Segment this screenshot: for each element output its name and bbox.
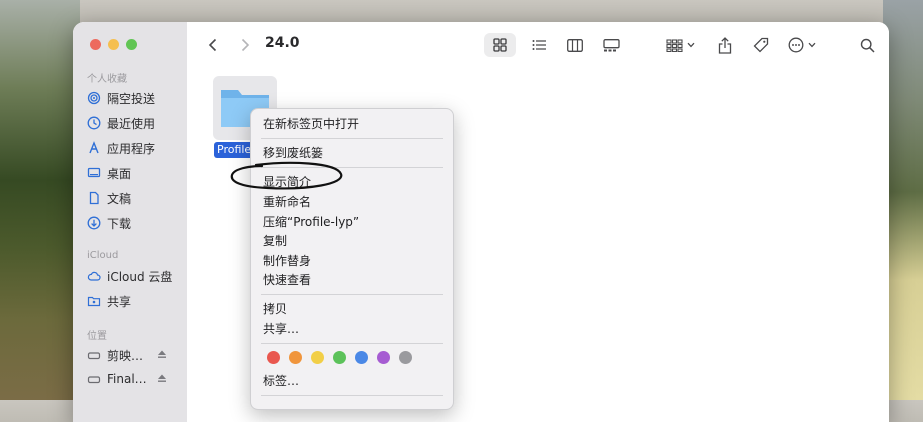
share-icon [718, 36, 732, 54]
window-controls [90, 39, 137, 50]
sidebar-item-downloads[interactable]: 下载 [87, 212, 131, 234]
sidebar-item-applications[interactable]: 应用程序 [87, 137, 155, 159]
tag-button[interactable] [749, 34, 773, 56]
download-icon [87, 216, 101, 230]
chevron-left-icon [208, 38, 217, 52]
gallery-icon [602, 38, 620, 51]
tag-color-yellow[interactable] [311, 351, 324, 364]
menu-item-move-to-trash[interactable]: 移到废纸篓 [263, 144, 323, 162]
minimize-button[interactable] [108, 39, 119, 50]
icon-view-button[interactable] [484, 33, 516, 57]
menu-separator [261, 138, 443, 139]
chevron-down-icon [808, 42, 816, 48]
sidebar-item-drive-final[interactable]: Final… [87, 368, 166, 390]
ellipsis-circle-icon [788, 37, 804, 53]
share-button[interactable] [713, 34, 737, 56]
sidebar-item-shared[interactable]: 共享 [87, 290, 131, 312]
close-button[interactable] [90, 39, 101, 50]
desktop-wallpaper-right [883, 0, 923, 400]
tag-color-purple[interactable] [377, 351, 390, 364]
tag-color-orange[interactable] [289, 351, 302, 364]
sidebar-item-desktop[interactable]: 桌面 [87, 162, 131, 184]
sidebar-item-label: 共享 [107, 294, 132, 309]
grid-icon [493, 38, 507, 52]
sidebar-item-recents[interactable]: 最近使用 [87, 112, 155, 134]
desktop-icon [87, 166, 101, 180]
context-menu: 在新标签页中打开 移到废纸篓 显示简介 重新命名 压缩“Profile-lyp”… [250, 108, 454, 410]
tag-color-row [267, 351, 412, 364]
sidebar-section-icloud-title: iCloud [87, 250, 119, 261]
desktop-wallpaper-left [0, 0, 80, 400]
search-button[interactable] [855, 34, 879, 56]
zoom-button[interactable] [126, 39, 137, 50]
menu-item-make-alias[interactable]: 制作替身 [263, 252, 311, 270]
sidebar-section-favorites-title: 个人收藏 [87, 74, 127, 85]
sidebar-item-label: 最近使用 [107, 116, 156, 131]
list-view-button[interactable] [527, 34, 551, 56]
group-grid-icon [665, 38, 683, 52]
drive-icon [87, 348, 101, 362]
menu-item-quick-look[interactable]: 快速查看 [263, 271, 311, 289]
sidebar-item-label: 文稿 [107, 191, 132, 206]
sidebar-item-label: 应用程序 [107, 141, 156, 156]
more-actions-button[interactable] [785, 34, 819, 56]
sidebar-item-label: 下载 [107, 216, 132, 231]
chevron-down-icon [687, 42, 694, 48]
sidebar-item-label: iCloud 云盘 [107, 269, 173, 284]
sidebar-item-drive-jianying[interactable]: 剪映… [87, 344, 166, 366]
airdrop-icon [87, 91, 101, 105]
menu-item-copy[interactable]: 拷贝 [263, 300, 287, 318]
sidebar-section-locations-title: 位置 [87, 331, 107, 342]
menu-item-tags[interactable]: 标签… [263, 372, 299, 390]
sidebar: 个人收藏 隔空投送 最近使用 应用程序 桌面 文稿 下载 iCloud iClo… [73, 22, 188, 422]
finder-window: 个人收藏 隔空投送 最近使用 应用程序 桌面 文稿 下载 iCloud iClo… [73, 22, 889, 422]
eject-icon[interactable] [157, 372, 167, 386]
list-icon [532, 40, 546, 50]
group-by-button[interactable] [663, 34, 697, 56]
toolbar: 24.0 [187, 22, 889, 68]
sidebar-item-label: 隔空投送 [107, 91, 156, 106]
menu-separator [261, 167, 443, 168]
menu-item-share[interactable]: 共享… [263, 320, 299, 338]
tag-color-red[interactable] [267, 351, 280, 364]
menu-separator [261, 395, 443, 396]
menu-item-open-in-new-tab[interactable]: 在新标签页中打开 [263, 115, 359, 133]
search-icon [860, 38, 875, 53]
document-icon [87, 191, 101, 205]
tag-color-blue[interactable] [355, 351, 368, 364]
menu-separator [261, 294, 443, 295]
shared-folder-icon [87, 294, 101, 308]
sidebar-item-documents[interactable]: 文稿 [87, 187, 131, 209]
sidebar-item-label: Final… [107, 372, 147, 386]
cloud-icon [87, 269, 101, 283]
column-view-button[interactable] [563, 34, 587, 56]
tag-color-green[interactable] [333, 351, 346, 364]
window-title: 24.0 [265, 35, 300, 51]
columns-icon [567, 38, 583, 52]
sidebar-item-airdrop[interactable]: 隔空投送 [87, 87, 155, 109]
tag-color-gray[interactable] [399, 351, 412, 364]
sidebar-item-icloud-drive[interactable]: iCloud 云盘 [87, 265, 172, 287]
sidebar-item-label: 桌面 [107, 166, 132, 181]
eject-icon[interactable] [157, 348, 167, 362]
menu-item-duplicate[interactable]: 复制 [263, 232, 287, 250]
forward-button[interactable] [235, 34, 255, 56]
sidebar-item-label: 剪映… [107, 348, 144, 363]
tag-icon [753, 37, 769, 53]
chevron-right-icon [241, 38, 250, 52]
menu-item-get-info[interactable]: 显示简介 [263, 173, 311, 191]
applications-icon [87, 141, 101, 155]
gallery-view-button[interactable] [599, 34, 623, 56]
menu-item-rename[interactable]: 重新命名 [263, 193, 311, 211]
menu-item-compress[interactable]: 压缩“Profile-lyp” [263, 213, 359, 231]
clock-icon [87, 116, 101, 130]
drive-icon [87, 372, 101, 386]
menu-separator [261, 343, 443, 344]
back-button[interactable] [203, 34, 223, 56]
